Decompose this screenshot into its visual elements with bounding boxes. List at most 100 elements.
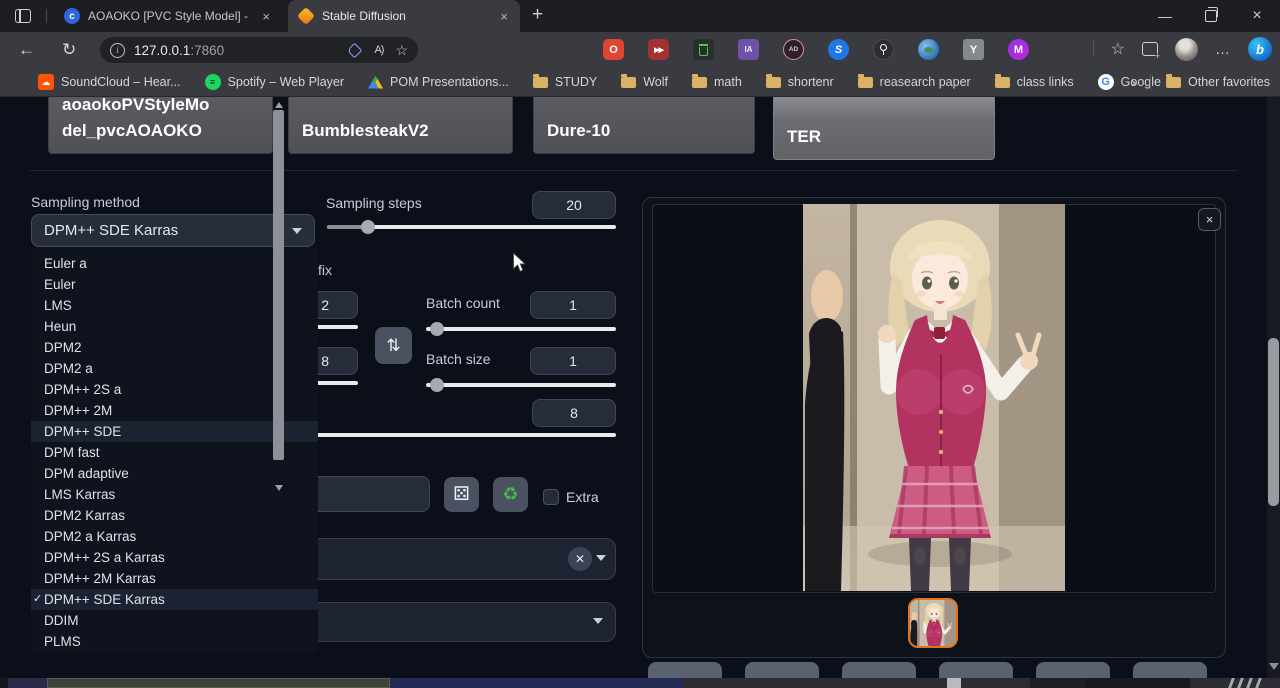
new-tab-button[interactable]: + (532, 4, 543, 26)
sampling-steps-slider[interactable] (327, 225, 616, 229)
model-card-dure10[interactable]: Dure-10 (533, 97, 755, 154)
bookmark-favicon-icon (692, 77, 707, 88)
sampler-option[interactable]: PLMS (31, 631, 318, 652)
sampler-option-label: PLMS (44, 634, 81, 649)
bookmark-item[interactable]: reasearch paper (858, 75, 971, 89)
sampler-option[interactable]: DPM++ 2S a Karras (31, 547, 318, 568)
back-button[interactable]: ← (18, 40, 35, 60)
sampler-option[interactable]: ✓ DPM++ SDE Karras (31, 589, 318, 610)
close-button[interactable]: × (1234, 0, 1280, 32)
bookmark-favicon-icon: G (1098, 74, 1114, 90)
tab-close-icon[interactable]: × (260, 9, 272, 24)
bookmark-item[interactable]: POM Presentations... (368, 75, 509, 89)
bookmark-item[interactable]: ≡ Spotify – Web Player (205, 74, 345, 90)
model-card-line1: TER (787, 124, 981, 150)
bookmark-item[interactable]: class links (995, 75, 1074, 89)
sampler-option[interactable]: DDIM (31, 610, 318, 631)
refresh-button[interactable]: ↻ (62, 40, 76, 60)
model-card-bumblesteak[interactable]: BumblesteakV2 (288, 97, 513, 154)
sampler-option-label: LMS (44, 298, 72, 313)
bookmark-favicon-icon: ☁ (38, 74, 54, 90)
extension-icon[interactable]: ▶▶ (648, 39, 669, 60)
clear-styles-icon[interactable]: ✕ (568, 547, 592, 571)
bookmarks-overflow-chevron[interactable]: › (1131, 74, 1136, 91)
model-card-line2: del_pvcAOAOKO (62, 118, 259, 144)
extension-icon[interactable]: AD (783, 39, 804, 60)
batch-count-slider[interactable] (426, 327, 616, 331)
close-preview-button[interactable]: × (1198, 208, 1221, 231)
slider-thumb[interactable] (361, 220, 375, 234)
slider-thumb[interactable] (430, 378, 444, 392)
model-card-aoaoko[interactable]: aoaokoPVStyleMo del_pvcAOAOKO (48, 97, 273, 154)
address-bar[interactable]: i 127.0.0.1:7860 A) ☆ (100, 37, 418, 63)
other-favorites-button[interactable]: Other favorites (1165, 74, 1270, 90)
gallery-action-button[interactable] (939, 662, 1013, 678)
minimize-button[interactable]: — (1142, 0, 1188, 32)
sampler-option-label: DPM adaptive (44, 466, 129, 481)
add-favorite-icon[interactable]: ☆ (395, 42, 408, 59)
extension-icon[interactable]: IA (738, 39, 759, 60)
batch-count-input[interactable]: 1 (530, 291, 616, 319)
extra-checkbox[interactable] (543, 489, 559, 505)
bookmark-favicon-icon (621, 77, 636, 88)
stable-diffusion-page: aoaokoPVStyleMo del_pvcAOAOKO Bumblestea… (0, 97, 1280, 678)
bookmark-item[interactable]: ☁ SoundCloud – Hear... (38, 74, 181, 90)
bookmark-favicon-icon (766, 77, 781, 88)
cfg-scale-input[interactable]: 8 (532, 399, 616, 427)
tag-icon[interactable] (347, 42, 363, 58)
favorites-icon[interactable]: ☆ (1111, 39, 1125, 59)
bing-chat-icon[interactable]: b (1248, 37, 1272, 61)
batch-size-slider[interactable] (426, 383, 616, 387)
page-scroll-down-icon[interactable] (1269, 663, 1279, 670)
gallery-action-button[interactable] (745, 662, 819, 678)
sampler-option[interactable]: DPM2 a Karras (31, 526, 318, 547)
gallery-action-button[interactable] (842, 662, 916, 678)
gallery-thumbnail[interactable] (908, 598, 958, 648)
dropdown-scrollbar-thumb[interactable] (273, 110, 284, 460)
extension-icon[interactable]: M (1008, 39, 1029, 60)
page-scrollbar-thumb[interactable] (1268, 338, 1279, 506)
bookmark-item[interactable]: shortenr (766, 75, 834, 89)
dropdown-scroll-up-icon[interactable] (275, 102, 283, 108)
read-aloud-icon[interactable]: A) (374, 44, 383, 56)
tab-actions-button[interactable] (12, 6, 34, 26)
bookmark-item[interactable]: STUDY (533, 75, 597, 89)
generated-image[interactable] (803, 204, 1065, 591)
sampler-option[interactable]: DPM adaptive (31, 463, 318, 484)
cfg-scale-slider[interactable] (310, 433, 616, 437)
dropdown-scroll-down-icon[interactable] (275, 485, 283, 491)
url-text[interactable]: 127.0.0.1:7860 (134, 43, 349, 58)
settings-menu-icon[interactable]: … (1215, 41, 1231, 58)
gallery-action-button[interactable] (1133, 662, 1207, 678)
site-info-icon[interactable]: i (110, 43, 125, 58)
strip-tick (1255, 678, 1262, 688)
restore-button[interactable] (1188, 0, 1234, 32)
batch-size-input[interactable]: 1 (530, 347, 616, 375)
taskbar-strip (0, 678, 1280, 688)
profile-avatar[interactable] (1175, 38, 1198, 61)
browser-tab-civitai[interactable]: c AOAOKO [PVC Style Model] - PV × (54, 0, 282, 32)
swap-dimensions-button[interactable]: ⇅ (375, 327, 412, 364)
bookmark-item[interactable]: math (692, 75, 742, 89)
bookmarks-bar: ☁ SoundCloud – Hear... ≡ Spotify – Web P… (0, 68, 1280, 97)
bookmark-item[interactable]: Wolf (621, 75, 668, 89)
random-seed-dice-button[interactable]: ⚄ (444, 477, 479, 512)
gallery-action-button[interactable] (648, 662, 722, 678)
extension-icon[interactable]: S (828, 39, 849, 60)
sampler-option[interactable]: DPM++ 2M Karras (31, 568, 318, 589)
gallery-action-button[interactable] (1036, 662, 1110, 678)
extension-icon[interactable] (693, 39, 714, 60)
reuse-seed-recycle-button[interactable]: ♻ (493, 477, 528, 512)
sampler-option[interactable]: DPM2 Karras (31, 505, 318, 526)
extension-icon[interactable] (918, 39, 939, 60)
sampling-steps-input[interactable]: 20 (532, 191, 616, 219)
other-favorites-label: Other favorites (1188, 75, 1270, 89)
extension-icon[interactable]: Y (963, 39, 984, 60)
browser-tab-stable-diffusion[interactable]: Stable Diffusion × (288, 0, 520, 32)
slider-thumb[interactable] (430, 322, 444, 336)
collections-icon[interactable] (1142, 42, 1158, 56)
extension-icon[interactable]: O (603, 39, 624, 60)
extension-icon[interactable] (873, 39, 894, 60)
tab-close-icon[interactable]: × (498, 9, 510, 24)
model-card-ter[interactable]: TER (773, 97, 995, 160)
